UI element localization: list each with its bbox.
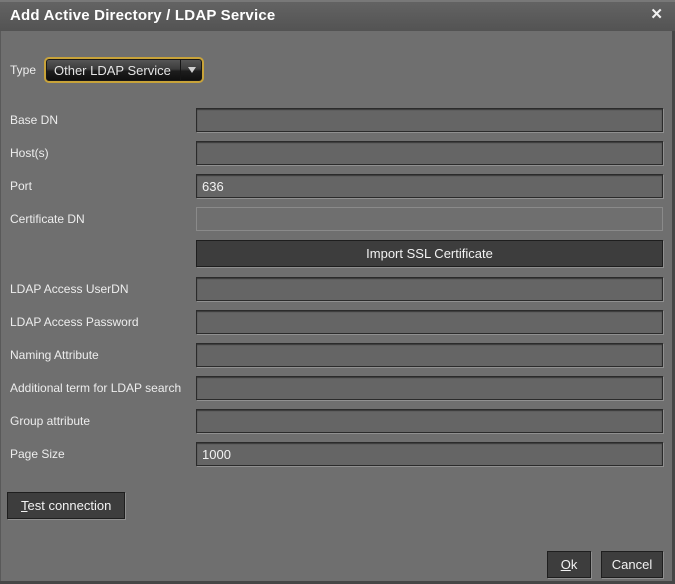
ldap-access-userdn-field[interactable]: [196, 277, 663, 301]
group-attribute-field[interactable]: [196, 409, 663, 433]
form-row-ldap-access-password: LDAP Access Password: [0, 310, 675, 334]
additional-term-label: Additional term for LDAP search: [0, 381, 196, 395]
form-row-hosts: Host(s): [0, 141, 675, 165]
certificate-dn-label: Certificate DN: [0, 212, 196, 226]
type-row: Type Other LDAP Service: [10, 57, 204, 83]
page-size-field[interactable]: [196, 442, 663, 466]
type-dropdown-value: Other LDAP Service: [46, 63, 180, 78]
cancel-button[interactable]: Cancel: [601, 551, 663, 578]
base-dn-label: Base DN: [0, 113, 196, 127]
dialog-action-buttons: Ok Cancel: [547, 551, 663, 578]
page-size-label: Page Size: [0, 447, 196, 461]
ldap-access-userdn-label: LDAP Access UserDN: [0, 282, 196, 296]
naming-attribute-field[interactable]: [196, 343, 663, 367]
dialog-titlebar: Add Active Directory / LDAP Service ✕: [0, 0, 675, 31]
close-icon[interactable]: ✕: [650, 6, 663, 24]
port-field[interactable]: [196, 174, 663, 198]
group-attribute-label: Group attribute: [0, 414, 196, 428]
form-row-base-dn: Base DN: [0, 108, 675, 132]
type-dropdown[interactable]: Other LDAP Service: [44, 57, 204, 83]
dialog-title: Add Active Directory / LDAP Service: [10, 7, 275, 24]
type-label: Type: [10, 63, 44, 77]
ok-label: k: [571, 557, 578, 572]
additional-term-field[interactable]: [196, 376, 663, 400]
hosts-field[interactable]: [196, 141, 663, 165]
form-row-ldap-access-userdn: LDAP Access UserDN: [0, 277, 675, 301]
add-ldap-service-dialog: Add Active Directory / LDAP Service ✕ Ty…: [0, 0, 675, 584]
form-row-group-attribute: Group attribute: [0, 409, 675, 433]
ok-mnemonic: O: [561, 557, 571, 572]
ldap-access-password-field[interactable]: [196, 310, 663, 334]
hosts-label: Host(s): [0, 146, 196, 160]
naming-attribute-label: Naming Attribute: [0, 348, 196, 362]
form-row-certificate-dn: Certificate DN: [0, 207, 675, 231]
chevron-down-icon: [188, 67, 196, 73]
type-dropdown-arrow-button[interactable]: [180, 59, 202, 81]
port-label: Port: [0, 179, 196, 193]
form-row-additional-term: Additional term for LDAP search: [0, 376, 675, 400]
test-connection-button[interactable]: Test connection: [7, 492, 125, 519]
base-dn-field[interactable]: [196, 108, 663, 132]
import-ssl-certificate-button[interactable]: Import SSL Certificate: [196, 240, 663, 267]
import-certificate-row: Import SSL Certificate: [196, 240, 663, 267]
test-connection-label: est connection: [28, 498, 112, 513]
ok-button[interactable]: Ok: [547, 551, 591, 578]
ldap-settings-form: Base DN Host(s) Port Certificate DN Impo…: [0, 108, 675, 475]
ldap-access-password-label: LDAP Access Password: [0, 315, 196, 329]
form-row-page-size: Page Size: [0, 442, 675, 466]
form-row-naming-attribute: Naming Attribute: [0, 343, 675, 367]
form-row-port: Port: [0, 174, 675, 198]
certificate-dn-field: [196, 207, 663, 231]
